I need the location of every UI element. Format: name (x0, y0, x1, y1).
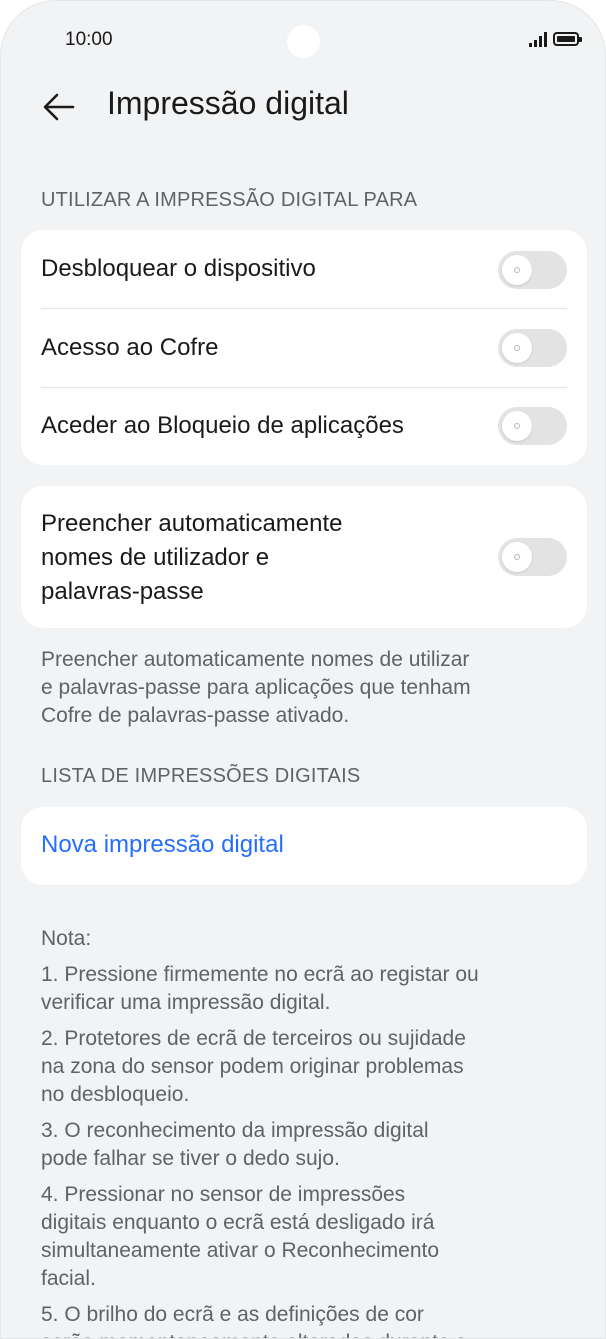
setting-row-unlock-device[interactable]: Desbloquear o dispositivo (41, 230, 567, 308)
header: Impressão digital (1, 81, 605, 133)
page-title: Impressão digital (107, 85, 349, 121)
section-title-list: LISTA DE IMPRESSÕES DIGITAIS (41, 765, 361, 787)
toggle-knob (502, 333, 532, 363)
notes-title: Nota: (41, 927, 92, 950)
autofill-card[interactable]: Preencher automaticamente nomes de utili… (21, 486, 587, 628)
toggle-knob (502, 542, 532, 572)
back-arrow-icon[interactable] (41, 89, 77, 125)
camera-cutout (287, 25, 320, 58)
signal-icon (529, 31, 547, 47)
new-fingerprint-card[interactable]: Nova impressão digital (21, 807, 587, 885)
app-lock-toggle[interactable] (498, 407, 567, 445)
autofill-toggle[interactable] (498, 538, 567, 576)
autofill-label: Preencher automaticamente nomes de utili… (41, 510, 343, 605)
setting-label: Desbloquear o dispositivo (41, 255, 316, 282)
use-fingerprint-card: Desbloquear o dispositivo Acesso ao Cofr… (21, 230, 587, 465)
section-title-use: UTILIZAR A IMPRESSÃO DIGITAL PARA (41, 189, 418, 211)
status-bar: 10:00 (1, 1, 605, 81)
new-fingerprint-link[interactable]: Nova impressão digital (41, 831, 284, 859)
notes-block: Nota: 1. Pressione firmemente no ecrã ao… (41, 925, 581, 1338)
vault-access-toggle[interactable] (498, 329, 567, 367)
setting-label: Acesso ao Cofre (41, 334, 219, 361)
setting-label: Aceder ao Bloqueio de aplicações (41, 412, 404, 439)
unlock-device-toggle[interactable] (498, 251, 567, 289)
setting-row-app-lock[interactable]: Aceder ao Bloqueio de aplicações (41, 388, 567, 465)
note-item-4: 4. Pressionar no sensor de impressões di… (41, 1183, 440, 1290)
status-icons (529, 31, 582, 47)
toggle-knob (502, 255, 532, 285)
status-time: 10:00 (65, 29, 113, 50)
setting-row-vault-access[interactable]: Acesso ao Cofre (41, 309, 567, 387)
autofill-caption: Preencher automaticamente nomes de utili… (41, 648, 471, 727)
phone-screen: 10:00 Impressão digital UTILIZAR A IMPRE… (0, 0, 606, 1339)
toggle-knob (502, 411, 532, 441)
note-item-1: 1. Pressione firmemente no ecrã ao regis… (41, 963, 479, 1014)
note-item-2: 2. Protetores de ecrã de terceiros ou su… (41, 1027, 466, 1106)
battery-icon (553, 32, 582, 46)
note-item-3: 3. O reconhecimento da impressão digital… (41, 1119, 429, 1170)
note-item-5: 5. O brilho do ecrã e as definições de c… (41, 1303, 467, 1338)
